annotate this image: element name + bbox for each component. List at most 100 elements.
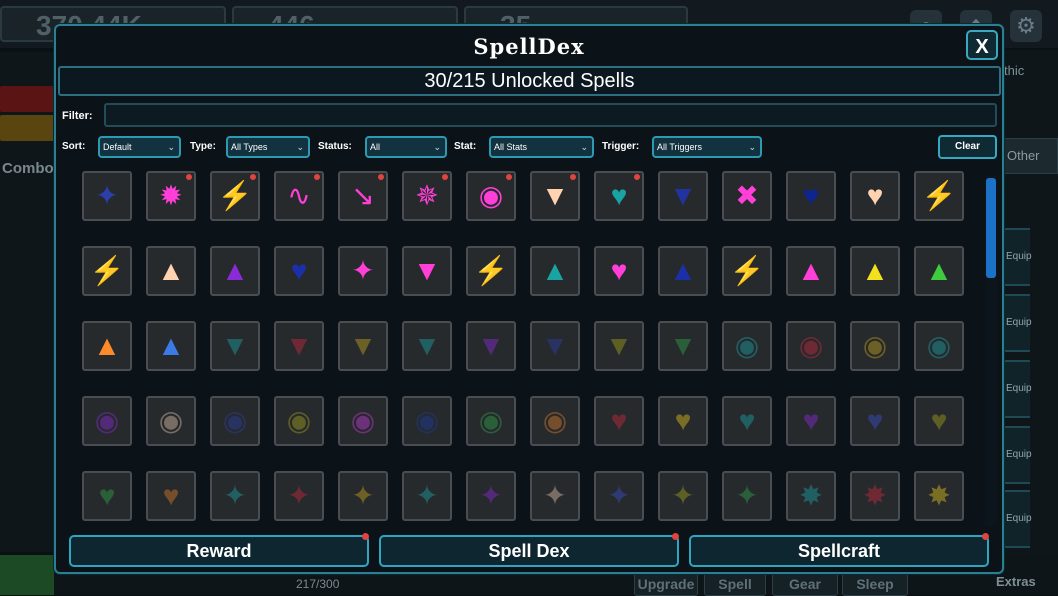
spell-slot[interactable]: ◉ [914, 321, 964, 371]
spell-slot[interactable]: ✦ [594, 471, 644, 521]
spell-slot[interactable]: ⚡ [722, 246, 772, 296]
spell-slot[interactable]: ▼ [658, 171, 708, 221]
other-tab[interactable]: Other [1000, 138, 1058, 174]
spell-slot[interactable]: ◉ [850, 321, 900, 371]
spell-slot[interactable]: ✦ [466, 471, 516, 521]
equip-slot[interactable]: Equip [1000, 360, 1032, 418]
spell-slot[interactable]: ▲ [786, 246, 836, 296]
spell-slot[interactable]: ▼ [402, 246, 452, 296]
spell-slot[interactable]: ♥ [850, 171, 900, 221]
filter-input[interactable] [104, 103, 997, 127]
spell-slot[interactable]: ✦ [658, 471, 708, 521]
sort-select[interactable]: Default ⌄ [98, 136, 181, 158]
spell-slot[interactable]: ✸ [850, 471, 900, 521]
spell-slot[interactable]: ∿ [274, 171, 324, 221]
heart-minus-icon: ♥ [162, 480, 180, 511]
spell-slot[interactable]: ✦ [338, 471, 388, 521]
spell-slot[interactable]: ▲ [658, 246, 708, 296]
status-select[interactable]: All ⌄ [365, 136, 447, 158]
spell-slot[interactable]: ▼ [338, 321, 388, 371]
spell-slot[interactable]: ▲ [210, 246, 260, 296]
tab-upgrade[interactable]: Upgrade [634, 572, 698, 596]
spell-slot[interactable]: ◉ [274, 396, 324, 446]
spell-slot[interactable]: ▼ [274, 321, 324, 371]
spell-slot[interactable]: ◉ [466, 396, 516, 446]
spell-slot[interactable]: ♥ [722, 396, 772, 446]
clear-button[interactable]: Clear [938, 135, 997, 159]
spell-slot[interactable]: ♥ [274, 246, 324, 296]
spell-slot[interactable]: ✹ [146, 171, 196, 221]
eye-icon: ◉ [222, 405, 248, 436]
scrollbar-thumb[interactable] [986, 178, 996, 278]
bottom-left-button[interactable] [0, 555, 54, 595]
spell-slot[interactable]: ◉ [466, 171, 516, 221]
spell-slot[interactable]: ▼ [402, 321, 452, 371]
sort-label: Sort: [62, 141, 86, 152]
spell-dex-button[interactable]: Spell Dex [379, 533, 679, 567]
spell-slot[interactable]: ♥ [146, 471, 196, 521]
spell-slot[interactable]: ✦ [210, 471, 260, 521]
spell-slot[interactable]: ◉ [146, 396, 196, 446]
spell-slot[interactable]: ✦ [402, 471, 452, 521]
extras-label[interactable]: Extras [996, 574, 1036, 589]
trigger-select[interactable]: All Triggers ⌄ [652, 136, 762, 158]
spell-slot[interactable]: ✦ [274, 471, 324, 521]
spell-slot[interactable]: ▼ [530, 171, 580, 221]
spell-slot[interactable]: ▼ [210, 321, 260, 371]
spell-slot[interactable]: ✦ [82, 171, 132, 221]
spell-slot[interactable]: ♥ [594, 396, 644, 446]
fist-icon: ✸ [799, 480, 823, 511]
spell-slot[interactable]: ▲ [146, 321, 196, 371]
spell-slot[interactable]: ✦ [722, 471, 772, 521]
spell-slot[interactable]: ▼ [466, 321, 516, 371]
spell-slot[interactable]: ↘ [338, 171, 388, 221]
spell-slot[interactable]: ✖ [722, 171, 772, 221]
spell-slot[interactable]: ⚡ [210, 171, 260, 221]
spell-slot[interactable]: ♥ [850, 396, 900, 446]
spell-slot[interactable]: ♥ [594, 171, 644, 221]
spell-slot[interactable]: ⚡ [82, 246, 132, 296]
spell-slot[interactable]: ▲ [82, 321, 132, 371]
spell-slot[interactable]: ♥ [786, 396, 836, 446]
spell-slot[interactable]: ▲ [530, 246, 580, 296]
reward-button[interactable]: Reward [69, 533, 369, 567]
equip-slot[interactable]: Equip [1000, 490, 1032, 548]
spell-slot[interactable]: ▲ [914, 246, 964, 296]
spell-slot[interactable]: ✸ [786, 471, 836, 521]
type-select[interactable]: All Types ⌄ [226, 136, 310, 158]
spell-slot[interactable]: ◉ [722, 321, 772, 371]
spell-slot[interactable]: ◉ [338, 396, 388, 446]
spell-slot[interactable]: ◉ [210, 396, 260, 446]
spell-slot[interactable]: ▼ [594, 321, 644, 371]
spell-slot[interactable]: ♥ [914, 396, 964, 446]
spell-slot[interactable]: ⚡ [466, 246, 516, 296]
close-button[interactable]: X [966, 30, 998, 60]
spellcraft-button[interactable]: Spellcraft [689, 533, 989, 567]
spell-slot[interactable]: ✦ [338, 246, 388, 296]
equip-slot[interactable]: Equip [1000, 228, 1032, 286]
spell-slot[interactable]: ▼ [530, 321, 580, 371]
spell-slot[interactable]: ✦ [530, 471, 580, 521]
spelldex-modal: SpellDex X 30/215 Unlocked Spells Filter… [54, 24, 1004, 574]
spell-slot[interactable]: ▲ [146, 246, 196, 296]
tab-sleep[interactable]: Sleep [842, 572, 908, 596]
spell-slot[interactable]: ♥ [786, 171, 836, 221]
stat-select[interactable]: All Stats ⌄ [489, 136, 594, 158]
spell-slot[interactable]: ♥ [82, 471, 132, 521]
tab-gear[interactable]: Gear [772, 572, 838, 596]
spell-slot[interactable]: ◉ [786, 321, 836, 371]
spell-slot[interactable]: ▼ [658, 321, 708, 371]
spell-slot[interactable]: ◉ [530, 396, 580, 446]
equip-slot[interactable]: Equip [1000, 294, 1032, 352]
spell-slot[interactable]: ✵ [402, 171, 452, 221]
spell-slot[interactable]: ▲ [850, 246, 900, 296]
spell-slot[interactable]: ◉ [402, 396, 452, 446]
spell-slot[interactable]: ◉ [82, 396, 132, 446]
spell-slot[interactable]: ♥ [658, 396, 708, 446]
spell-slot[interactable]: ✸ [914, 471, 964, 521]
settings-gear-icon[interactable]: ⚙ [1010, 10, 1042, 42]
spell-slot[interactable]: ⚡ [914, 171, 964, 221]
tab-spell[interactable]: Spell [704, 572, 766, 596]
spell-slot[interactable]: ♥ [594, 246, 644, 296]
equip-slot[interactable]: Equip [1000, 426, 1032, 484]
